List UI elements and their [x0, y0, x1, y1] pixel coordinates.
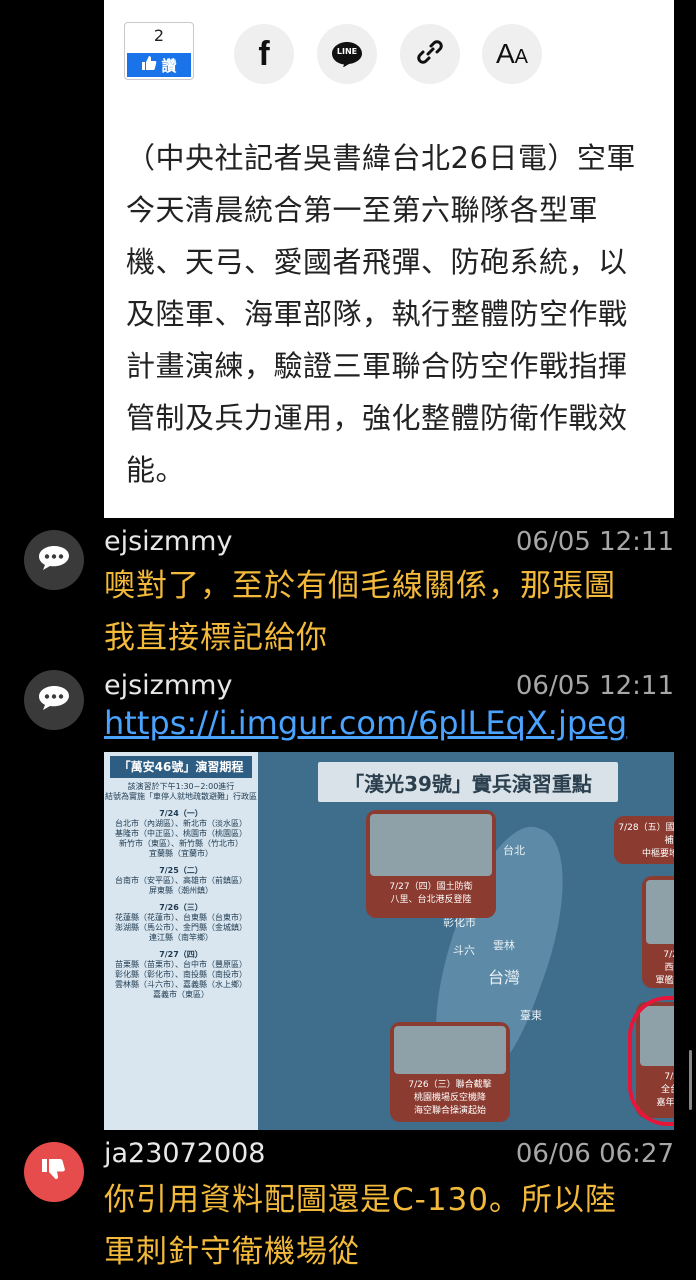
comment-avatar: [24, 530, 84, 590]
exercise-caption: 7/26（三）聯合截擊 桃園機場反空機降 海空聯合操演起始: [390, 1022, 510, 1122]
schedule-line: 屏東縣（潮州鎮）: [149, 886, 213, 895]
font-size-button[interactable]: AA: [482, 24, 542, 84]
facebook-share-button[interactable]: f: [234, 24, 294, 84]
caption-text: 7/27（四）國土防衛 八里、台北港反登陸: [389, 882, 473, 905]
line-icon: LINE: [331, 41, 363, 67]
schedule-line: 嘉義市（東區）: [153, 990, 209, 999]
like-bar: 讚: [127, 53, 191, 77]
schedule-line: 基隆市（中正區）、桃園市（桃園區）: [115, 829, 247, 838]
article-line: 計畫演練，驗證三軍聯合防空作戰指揮: [126, 349, 628, 383]
speech-bubble-icon: [37, 684, 71, 716]
font-size-icon: AA: [495, 38, 529, 69]
article-line: 管制及兵力運用，強化整體防衛作戰效: [126, 401, 628, 435]
schedule-line: 宜蘭縣（宜蘭市）: [149, 849, 213, 858]
exercise-caption: 7/27（四）國土防衛 八里、台北港反登陸: [366, 810, 496, 918]
comment-line: 你引用資料配圖還是C-130。所以陸: [104, 1182, 617, 1218]
comment-time: 06/05 12:11: [515, 671, 674, 701]
copy-link-button[interactable]: [400, 24, 460, 84]
schedule-line: 彰化縣（彰化市）、南投縣（南投市）: [115, 970, 247, 979]
schedule-date: 7/25（二）: [159, 866, 203, 875]
comment-time: 06/06 06:27: [515, 1139, 674, 1169]
thumbs-down-icon: [40, 1156, 68, 1188]
like-button[interactable]: 2 讚: [124, 22, 194, 80]
facebook-icon: f: [258, 34, 270, 73]
comment: ja23072008 06/06 06:27 你引用資料配圖還是C-130。所以…: [0, 1134, 696, 1280]
comment-username[interactable]: ja23072008: [104, 1138, 265, 1169]
schedule-line: 苗栗縣（苗栗市）、台中市（豐原區）: [115, 960, 247, 969]
article-line: （中央社記者吳書緯台北26日電）空軍: [126, 141, 636, 175]
comment-line: 噢對了，至於有個毛線關係，那張圖: [104, 568, 616, 604]
caption-text: 7/26（三）聯合截擊 桃園機場反空機降 海空聯合操演起始: [408, 1079, 492, 1116]
schedule-subtitle: 該演習於下午1:30~2:00進行: [127, 782, 235, 791]
comment-time: 06/05 12:11: [515, 527, 674, 557]
caption-text: 7/24（一）戰力保存 西部軍機轉場至東部 軍艦出港、飛彈離開陣地: [655, 950, 674, 987]
comment: ejsizmmy 06/05 12:11 https://i.imgur.com…: [0, 664, 696, 748]
scrollbar[interactable]: [689, 1050, 692, 1110]
schedule-date: 7/26（三）: [159, 903, 203, 912]
schedule-line: 台北市（內湖區）、新北市（淡水區）: [115, 819, 247, 828]
article-line: 能。: [126, 453, 186, 487]
schedule-line: 連江縣（南竿鄉）: [149, 933, 213, 942]
speech-bubble-icon: [37, 544, 71, 576]
article-body: （中央社記者吳書緯台北26日電）空軍 今天清晨統合第一至第六聯隊各型軍 機、天弓…: [126, 132, 636, 496]
comment-line: 軍刺針守衛機場從: [104, 1234, 360, 1270]
schedule-title: 「萬安46號」演習期程: [110, 756, 252, 778]
comment-text: 你引用資料配圖還是C-130。所以陸 軍刺針守衛機場從: [104, 1174, 674, 1278]
comment-avatar: [24, 1142, 84, 1202]
schedule-date: 7/24（一）: [159, 809, 203, 818]
exercise-photo: [394, 1026, 506, 1074]
exercise-caption: 7/24（一）戰力保存 西部軍機轉場至東部 軍艦出港、飛彈離開陣地: [642, 876, 674, 988]
exercise-title: 「漢光39號」實兵演習重點: [318, 762, 618, 802]
map-label: 台灣: [488, 968, 521, 987]
highlight-circle: [628, 996, 674, 1126]
embedded-image[interactable]: 「萬安46號」演習期程 該演習於下午1:30~2:00進行 結號為實施「車停人就…: [104, 752, 674, 1130]
comment-username[interactable]: ejsizmmy: [104, 670, 232, 701]
article-line: 今天清晨統合第一至第六聯隊各型軍: [126, 193, 599, 227]
schedule-line: 台南市（安平區）、高雄市（前鎮區）: [115, 876, 247, 885]
schedule-subtitle: 結號為實施「車停人就地疏散避難」行政區: [105, 792, 257, 801]
map-label: 臺東: [520, 1009, 542, 1022]
schedule-line: 雲林縣（斗六市）、嘉義縣（水上鄉）: [115, 980, 247, 989]
exercise-caption: 7/28（五）國土防衛、整補 中樞要地防護: [614, 816, 674, 864]
thumbs-up-icon: [141, 55, 157, 75]
share-toolbar: 2 讚 f LINE AA: [124, 22, 664, 86]
like-label: 讚: [161, 56, 177, 75]
caption-text: 7/28（五）國土防衛、整補 中樞要地防護: [618, 823, 674, 859]
line-share-button[interactable]: LINE: [317, 24, 377, 84]
map-label: 雲林: [493, 939, 515, 952]
article-line: 機、天弓、愛國者飛彈、防砲系統，以: [126, 245, 628, 279]
schedule-line: 澎湖縣（馬公市）、金門縣（金城鎮）: [115, 923, 247, 932]
comment: ejsizmmy 06/05 12:11 噢對了，至於有個毛線關係，那張圖 我直…: [0, 520, 696, 660]
schedule-line: 新竹市（東區）、新竹縣（竹北市）: [119, 839, 243, 848]
comment-link[interactable]: https://i.imgur.com/6plLEqX.jpeg: [104, 704, 627, 742]
comment-text: 噢對了，至於有個毛線關係，那張圖 我直接標記給你: [104, 560, 674, 664]
exercise-photo: [646, 880, 674, 945]
link-icon: [415, 37, 445, 71]
map-label: 斗六: [453, 944, 475, 957]
article-card: 2 讚 f LINE AA （中央社記者吳書緯台北26日電）空軍 今天清晨統合第…: [104, 0, 674, 518]
comment-username[interactable]: ejsizmmy: [104, 526, 232, 557]
drill-schedule-panel: 「萬安46號」演習期程 該演習於下午1:30~2:00進行 結號為實施「車停人就…: [104, 752, 258, 1130]
comment-avatar: [24, 670, 84, 730]
article-line: 及陸軍、海軍部隊，執行整體防空作戰: [126, 297, 628, 331]
exercise-photo: [370, 814, 492, 876]
like-count: 2: [153, 26, 165, 45]
schedule-date: 7/27（四）: [159, 950, 203, 959]
comment-line: 我直接標記給你: [104, 620, 328, 656]
schedule-line: 花蓮縣（花蓮市）、台東縣（台東市）: [115, 913, 247, 922]
map-label: 台北: [503, 844, 525, 857]
exercise-map-panel: 「漢光39號」實兵演習重點 台北 新竹 彰化市 斗六 台灣 雲林 臺東 潮州 7…: [258, 752, 674, 1130]
